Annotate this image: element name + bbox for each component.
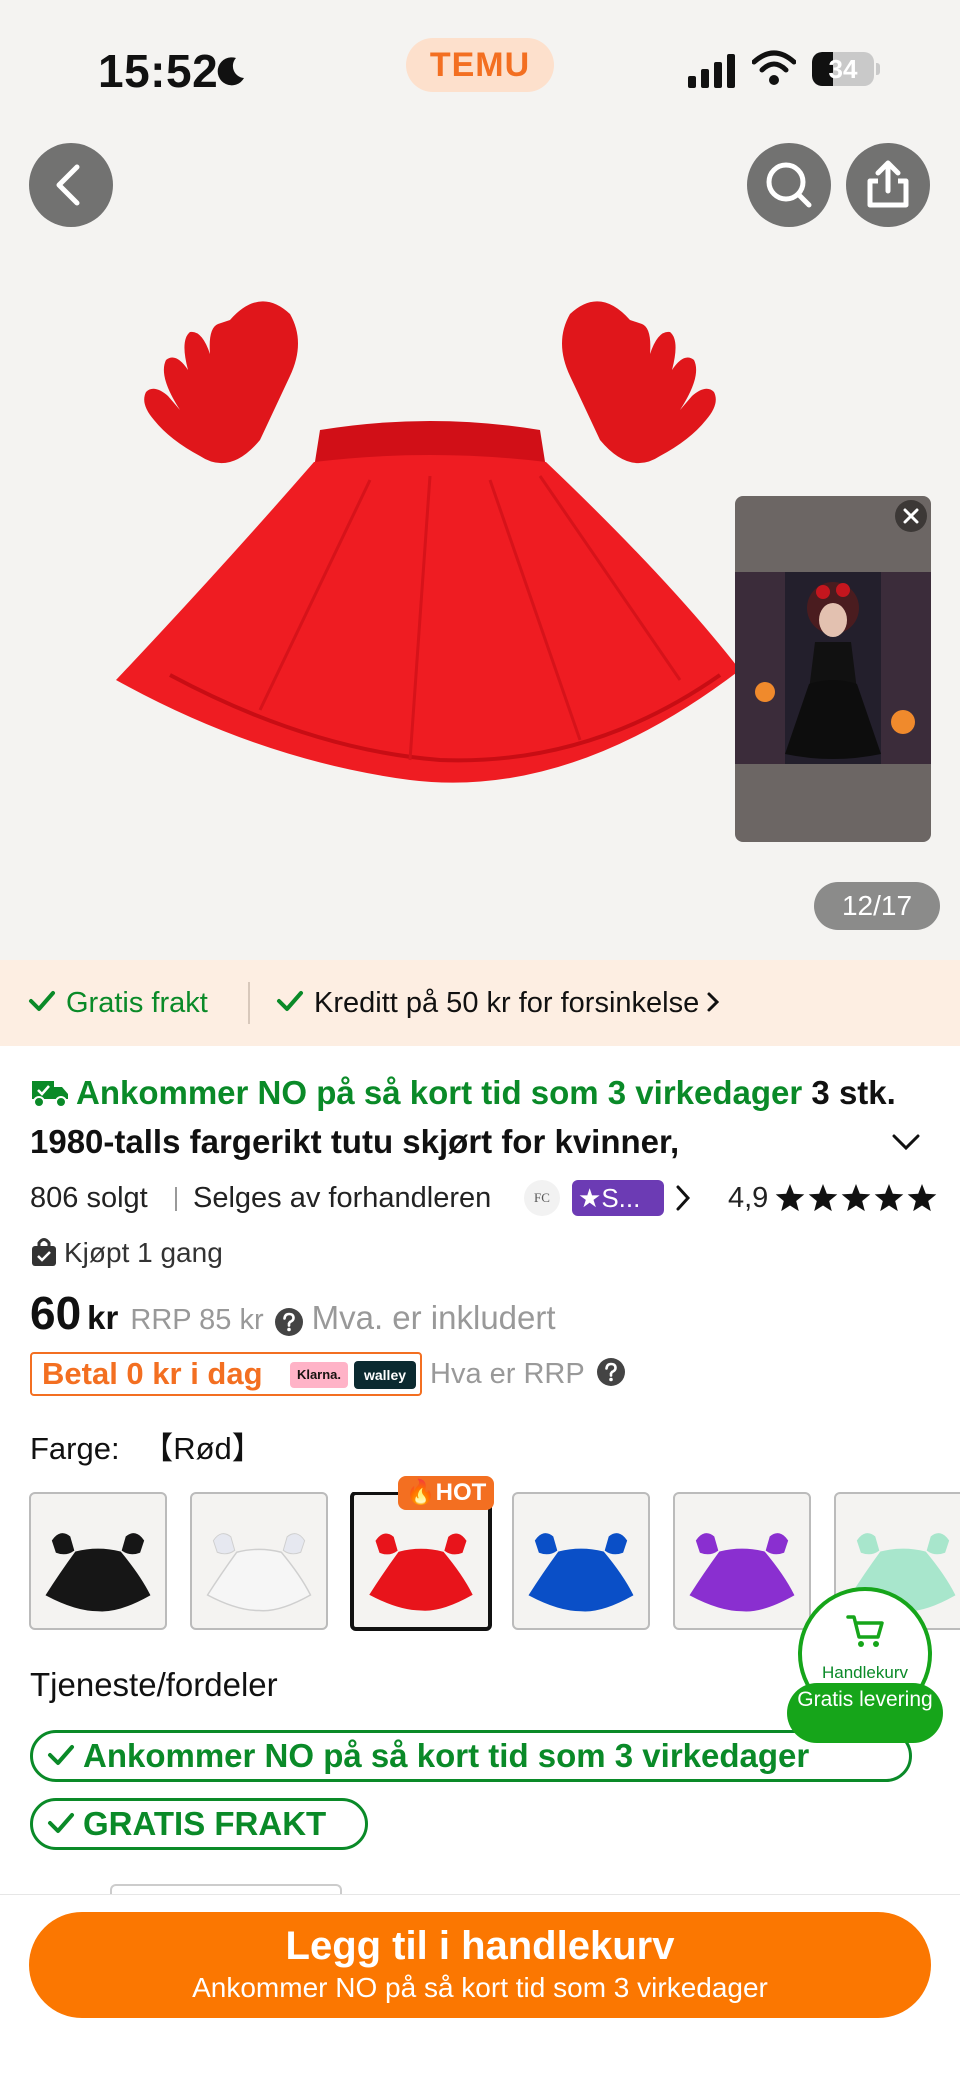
price-amount: 60 (30, 1287, 82, 1339)
service-chip-text: GRATIS FRAKT (83, 1805, 327, 1842)
battery-indicator: 34 (812, 52, 880, 86)
add-to-cart-button[interactable]: Legg til i handlekurv Ankommer NO på så … (29, 1912, 931, 2018)
service-chip-fast-delivery: Ankommer NO på så kort tid som 3 virkeda… (30, 1730, 912, 1782)
swatch-image-blue (528, 1533, 634, 1612)
sold-count: 806 solgt (30, 1182, 148, 1214)
free-shipping-text: Gratis frakt (66, 987, 208, 1019)
status-bar: 15:52 TEMU 34 (0, 0, 960, 130)
add-to-cart-subtitle: Ankommer NO på så kort tid som 3 virkeda… (192, 1972, 768, 2003)
color-swatch-white[interactable] (190, 1492, 328, 1630)
image-counter: 12/17 (814, 882, 940, 930)
cart-label: Handlekurv (822, 1663, 908, 1682)
walley-logo: walley (354, 1361, 416, 1389)
help-icon[interactable] (274, 1307, 304, 1337)
pay-later-text: Betal 0 kr i dag (42, 1356, 263, 1391)
video-preview[interactable] (735, 496, 931, 842)
share-button[interactable] (846, 143, 930, 227)
store-badge[interactable]: ★S... (572, 1180, 664, 1216)
moon-icon (217, 57, 244, 86)
signal-icon (688, 54, 735, 88)
bought-text: Kjøpt 1 gang (64, 1237, 223, 1268)
brand-logo-text: TEMU (429, 46, 531, 84)
store-badge-text: S... (601, 1183, 641, 1213)
video-thumbnail[interactable] (735, 572, 931, 764)
status-time: 15:52 (98, 45, 219, 97)
selected-color-text: 【Rød】 (142, 1431, 263, 1466)
rrp-price: RRP 85 kr (130, 1304, 264, 1336)
swatch-image-purple (689, 1533, 795, 1612)
check-icon (277, 991, 303, 1012)
shopping-bag-icon (32, 1237, 56, 1266)
service-chip-free-shipping: GRATIS FRAKT (30, 1798, 368, 1850)
what-is-rrp-link[interactable]: Hva er RRP (430, 1352, 626, 1396)
brand-logo: TEMU (406, 38, 554, 92)
color-swatch-blue[interactable] (512, 1492, 650, 1630)
cart-icon (846, 1615, 884, 1647)
star-icon (841, 1184, 871, 1212)
back-icon (56, 164, 80, 206)
services-heading: Tjeneste/fordeler (30, 1666, 278, 1703)
delivery-truck-icon (32, 1081, 68, 1109)
color-label: Farge: 【Rød】 (30, 1424, 263, 1474)
price-row: 60 kr RRP 85 kr Mva. er inkludert (30, 1286, 556, 1346)
service-chip-text: Ankommer NO på så kort tid som 3 virkeda… (83, 1737, 810, 1774)
color-swatch-purple[interactable] (673, 1492, 811, 1630)
color-label-text: Farge: (30, 1431, 120, 1466)
cart-free-delivery-badge: Gratis levering (787, 1683, 943, 1743)
star-icon (907, 1184, 937, 1212)
search-button[interactable] (747, 143, 831, 227)
free-shipping-badge: Gratis frakt (28, 960, 208, 1046)
seller-text[interactable]: Selges av forhandleren (193, 1175, 491, 1221)
star-icon (874, 1184, 904, 1212)
arrival-text: Ankommer NO på så kort tid som 3 virkeda… (76, 1074, 803, 1111)
close-icon (903, 508, 919, 524)
chevron-right-icon[interactable] (674, 1183, 692, 1213)
back-button[interactable] (29, 143, 113, 227)
add-to-cart-label: Legg til i handlekurv (285, 1924, 675, 1968)
expand-title-chevron-icon[interactable] (888, 1130, 924, 1154)
help-icon (597, 1358, 626, 1387)
video-close-button[interactable] (895, 500, 927, 532)
late-delivery-credit-text: Kreditt på 50 kr for forsinkelse (314, 987, 700, 1019)
product-title[interactable]: Ankommer NO på så kort tid som 3 virkeda… (30, 1068, 900, 1166)
search-icon (766, 162, 812, 208)
vat-included-text: Mva. er inkludert (311, 1299, 556, 1336)
hot-badge-text: HOT (435, 1479, 487, 1506)
swatch-image-black (45, 1533, 151, 1612)
swatch-image-red (369, 1533, 473, 1611)
seller-logo[interactable]: FC (524, 1180, 560, 1216)
color-swatch-red[interactable] (350, 1492, 492, 1631)
shipping-benefits-strip: Gratis frakt Kreditt på 50 kr for forsin… (0, 960, 960, 1046)
star-badge-icon: ★ (578, 1183, 602, 1213)
battery-percent: 34 (828, 54, 858, 84)
late-delivery-credit-link[interactable]: Kreditt på 50 kr for forsinkelse (276, 960, 721, 1046)
product-meta-row: 806 solgt Selges av forhandleren FC ★S..… (30, 1175, 940, 1221)
price-currency: kr (87, 1299, 119, 1336)
rating-stars[interactable] (774, 1183, 940, 1215)
star-icon (808, 1184, 838, 1212)
check-icon (29, 991, 55, 1012)
what-is-rrp-text: Hva er RRP (430, 1358, 585, 1390)
chevron-right-icon (707, 992, 720, 1012)
flame-icon: 🔥 (405, 1479, 436, 1506)
hot-badge: 🔥HOT (398, 1476, 494, 1510)
bought-indicator: Kjøpt 1 gang (30, 1231, 223, 1275)
wifi-icon (752, 50, 796, 85)
check-icon (48, 1813, 74, 1834)
check-icon (48, 1745, 74, 1766)
share-icon (867, 160, 909, 208)
pay-later-banner[interactable]: Betal 0 kr i dag Klarna. walley (30, 1352, 422, 1396)
swatch-image-white (206, 1533, 312, 1612)
star-icon (775, 1184, 805, 1212)
color-swatch-black[interactable] (29, 1492, 167, 1630)
klarna-logo: Klarna. (290, 1362, 348, 1388)
rating-value: 4,9 (728, 1182, 769, 1214)
